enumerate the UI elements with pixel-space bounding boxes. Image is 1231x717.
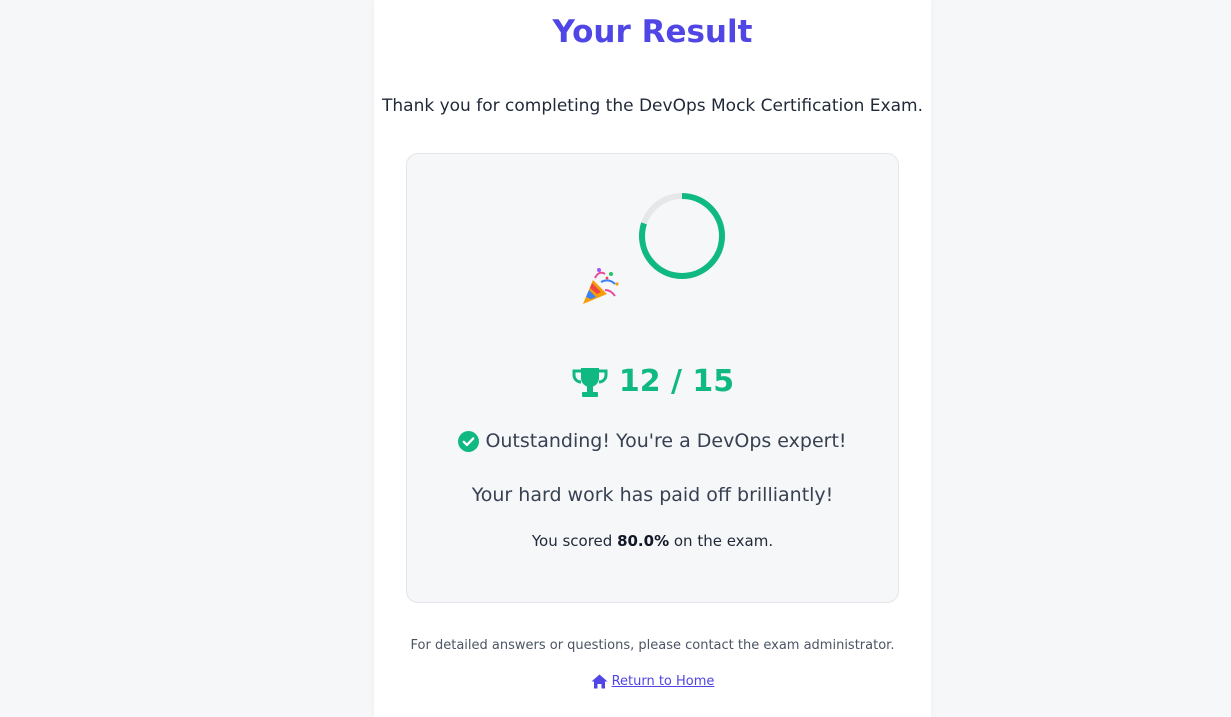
percentage-value: 80.0% bbox=[617, 532, 670, 550]
home-icon bbox=[591, 674, 608, 689]
page: Your Result Thank you for completing the… bbox=[0, 0, 1231, 717]
score-row: 12 / 15 bbox=[407, 364, 898, 399]
score-value: 12 / 15 bbox=[618, 364, 735, 399]
check-circle-icon bbox=[458, 430, 480, 452]
percentage-line: You scored 80.0% on the exam. bbox=[407, 532, 898, 550]
percentage-suffix: on the exam. bbox=[669, 532, 774, 550]
return-home-label: Return to Home bbox=[611, 674, 715, 689]
intro-text: Thank you for completing the DevOps Mock… bbox=[382, 96, 923, 116]
score-progress-ring bbox=[639, 193, 725, 279]
party-popper-icon bbox=[583, 268, 619, 304]
page-title: Your Result bbox=[552, 14, 753, 50]
footer-note: For detailed answers or questions, pleas… bbox=[410, 638, 895, 653]
status-message: Outstanding! You're a DevOps expert! bbox=[407, 430, 898, 452]
return-home-link[interactable]: Return to Home bbox=[374, 674, 931, 689]
result-panel: Your Result Thank you for completing the… bbox=[374, 0, 931, 717]
trophy-icon bbox=[572, 367, 608, 397]
status-text: Outstanding! You're a DevOps expert! bbox=[485, 430, 847, 452]
encouragement-text: Your hard work has paid off brilliantly! bbox=[471, 484, 834, 506]
percentage-prefix: You scored bbox=[531, 532, 618, 550]
result-card: 12 / 15 Outstanding! You're a DevOps exp… bbox=[406, 153, 899, 603]
